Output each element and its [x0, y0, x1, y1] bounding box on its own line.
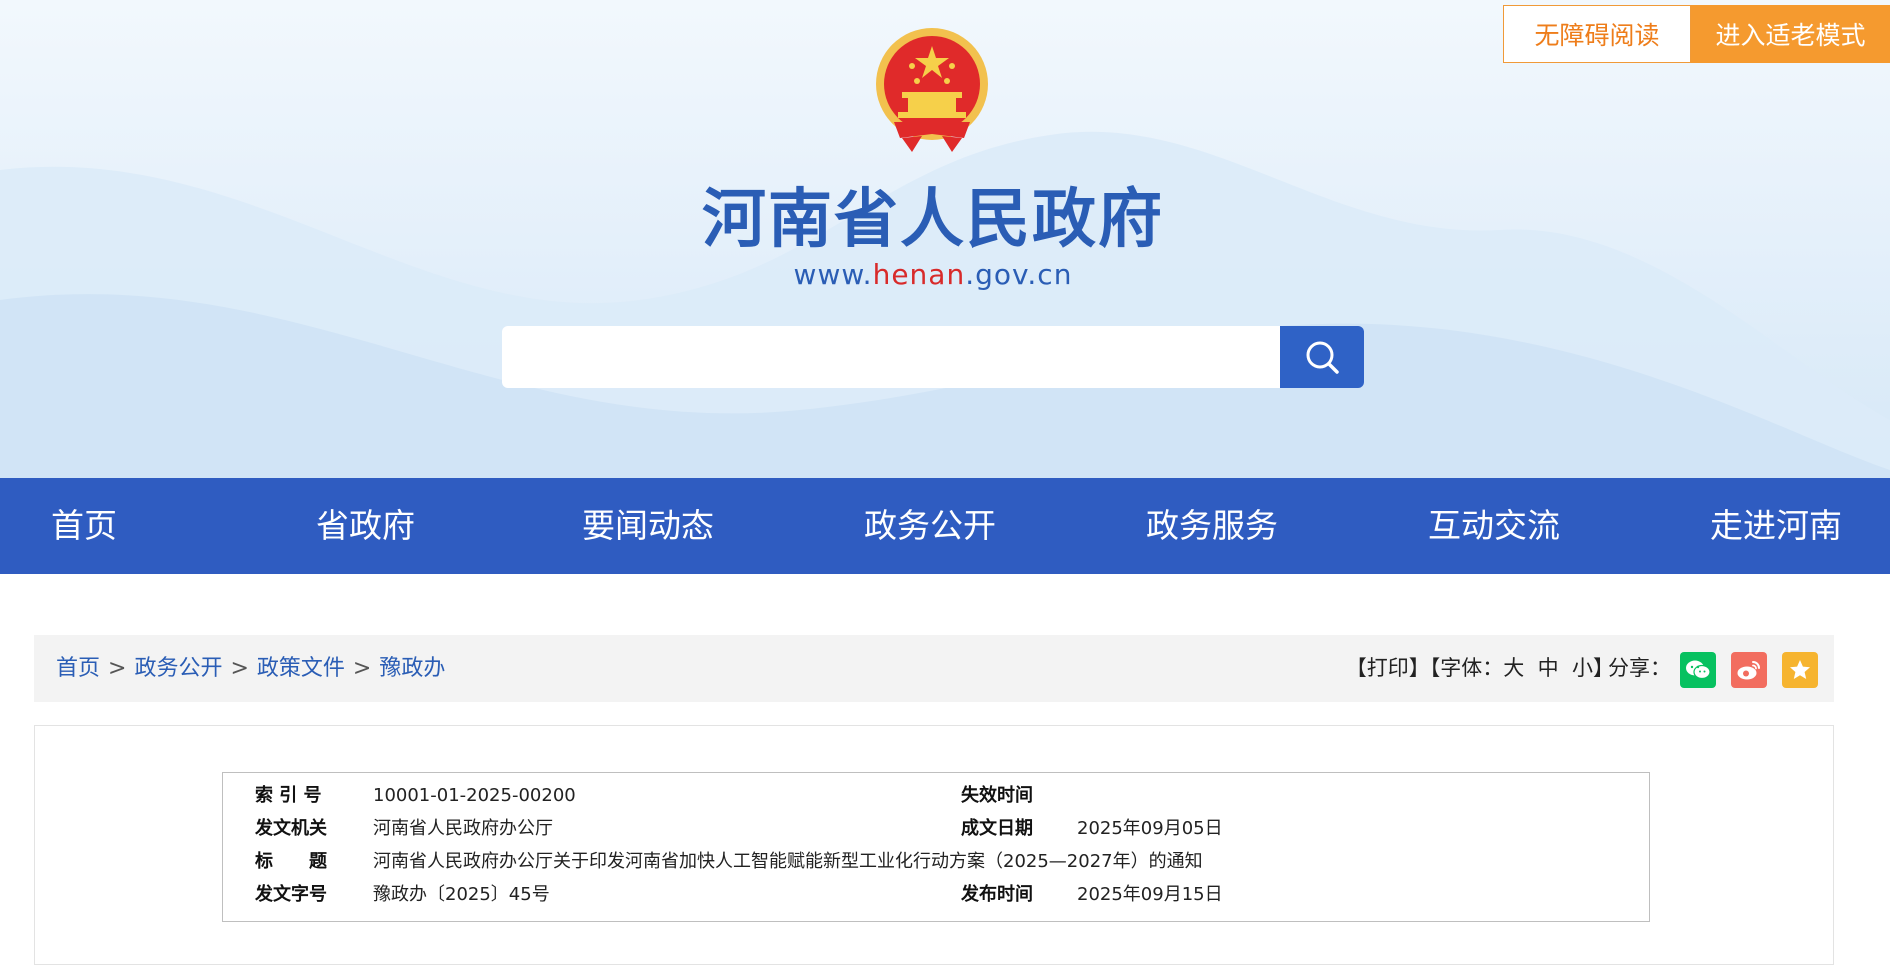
breadcrumb: 首页 > 政务公开 > 政策文件 > 豫政办 — [56, 635, 445, 702]
search-input[interactable] — [502, 326, 1280, 388]
font-small-link[interactable]: 小 — [1572, 656, 1593, 680]
meta-issuer-value: 河南省人民政府办公厅 — [373, 818, 553, 839]
site-url: www.henan.gov.cn — [0, 258, 1866, 291]
meta-publish-label: 发布时间 — [961, 884, 1033, 905]
main-nav: 首页 省政府 要闻动态 政务公开 政务服务 互动交流 走进河南 — [0, 478, 1890, 574]
meta-docno-value: 豫政办〔2025〕45号 — [373, 884, 550, 905]
share-weibo-button[interactable] — [1731, 652, 1767, 688]
nav-item-home[interactable]: 首页 — [51, 478, 117, 574]
breadcrumb-separator: > — [230, 656, 249, 681]
meta-created-value: 2025年09月05日 — [1077, 818, 1223, 839]
breadcrumb-yuzhengban[interactable]: 豫政办 — [379, 656, 445, 681]
national-emblem-icon — [872, 26, 992, 152]
meta-row-index: 索 引 号 — [255, 779, 322, 812]
header-banner: 河南省人民政府 www.henan.gov.cn 无障碍阅读 进入适老模式 — [0, 0, 1890, 478]
page-tools: 【打印】【字体：大 中 小】 — [1346, 635, 1614, 702]
meta-index-value: 10001-01-2025-00200 — [373, 785, 576, 806]
font-large-link[interactable]: 大 — [1503, 656, 1524, 680]
nav-item-news[interactable]: 要闻动态 — [582, 478, 714, 574]
url-prefix: www. — [793, 258, 873, 291]
favorite-button[interactable] — [1782, 652, 1818, 688]
search-icon — [1306, 341, 1339, 374]
url-suffix: .gov.cn — [965, 258, 1073, 291]
meta-index-label: 索 引 号 — [255, 785, 322, 806]
meta-issuer-label: 发文机关 — [255, 818, 327, 839]
breadcrumb-separator: > — [108, 656, 127, 681]
breadcrumb-government-affairs[interactable]: 政务公开 — [134, 656, 222, 681]
url-highlight: henan — [872, 258, 966, 291]
meta-created-label: 成文日期 — [961, 818, 1033, 839]
meta-expire-label: 失效时间 — [961, 785, 1033, 806]
document-metadata-table: 索 引 号 10001-01-2025-00200 失效时间 发文机关 河南省人… — [222, 772, 1650, 922]
font-size-prefix: 【字体： — [1429, 656, 1504, 680]
nav-item-provincial-government[interactable]: 省政府 — [316, 478, 415, 574]
meta-docno-label: 发文字号 — [255, 884, 327, 905]
meta-title-value: 河南省人民政府办公厅关于印发河南省加快人工智能赋能新型工业化行动方案（2025—… — [373, 851, 1203, 872]
wechat-icon — [1686, 660, 1711, 680]
nav-item-government-affairs[interactable]: 政务公开 — [864, 478, 996, 574]
breadcrumb-separator: > — [352, 656, 372, 681]
search-button[interactable] — [1280, 326, 1364, 388]
meta-title-label: 标 题 — [255, 851, 327, 872]
meta-publish-value: 2025年09月15日 — [1077, 884, 1223, 905]
site-title: 河南省人民政府 — [702, 183, 1164, 257]
nav-item-interaction[interactable]: 互动交流 — [1428, 478, 1560, 574]
nav-item-government-services[interactable]: 政务服务 — [1146, 478, 1278, 574]
share-wechat-button[interactable] — [1680, 652, 1716, 688]
star-icon — [1790, 660, 1810, 679]
weibo-icon — [1737, 661, 1760, 680]
barrier-free-reading-button[interactable]: 无障碍阅读 — [1503, 5, 1691, 63]
elder-mode-button[interactable]: 进入适老模式 — [1691, 5, 1890, 63]
breadcrumb-home[interactable]: 首页 — [56, 656, 100, 681]
font-medium-link[interactable]: 中 — [1538, 656, 1559, 680]
nav-item-about-henan[interactable]: 走进河南 — [1710, 478, 1842, 574]
breadcrumb-bar: 首页 > 政务公开 > 政策文件 > 豫政办 【打印】【字体：大 中 小】 分享： — [34, 635, 1834, 702]
share-label: 分享： — [1608, 656, 1671, 680]
print-link[interactable]: 【打印】 — [1346, 656, 1430, 680]
breadcrumb-policy-documents[interactable]: 政策文件 — [257, 656, 345, 681]
